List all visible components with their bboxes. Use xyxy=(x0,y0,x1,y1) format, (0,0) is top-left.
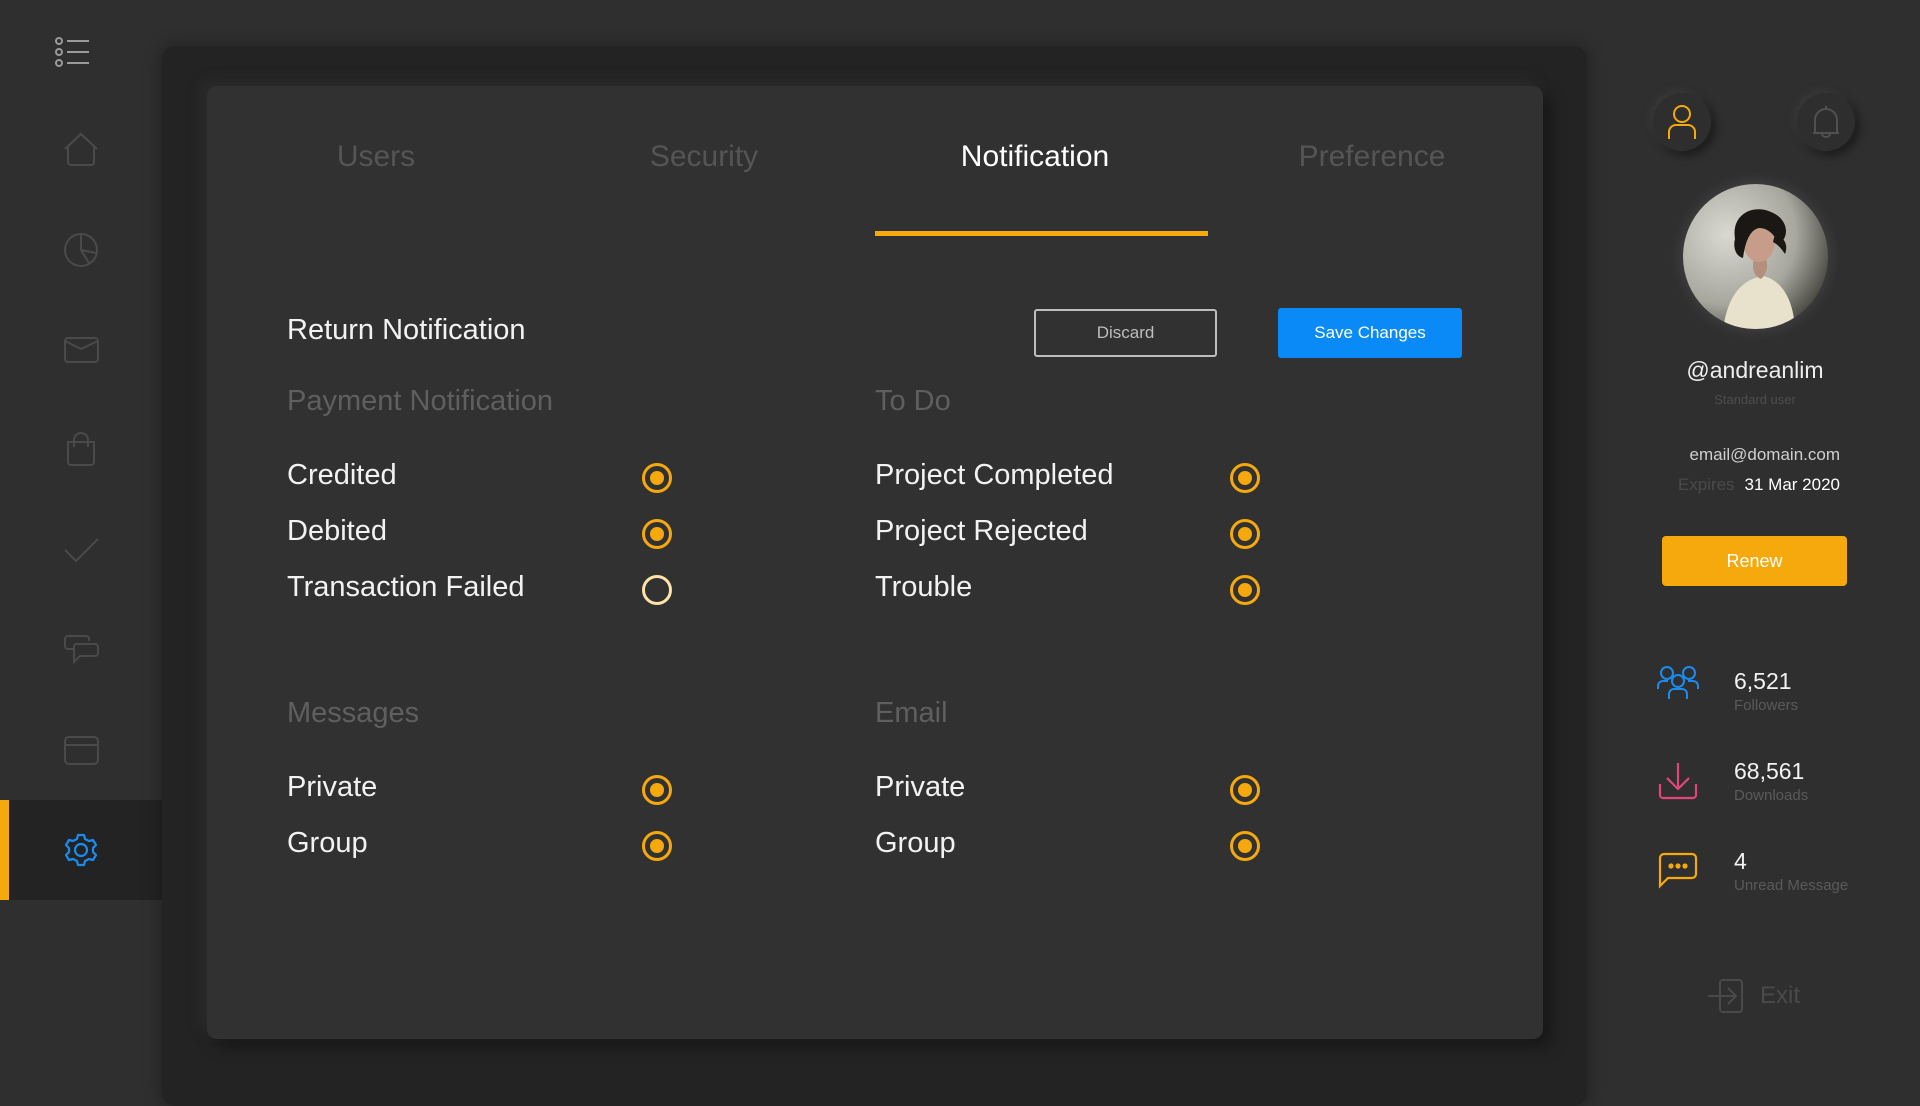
home-icon xyxy=(64,132,98,166)
option-label: Private xyxy=(875,771,966,803)
gear-icon xyxy=(64,833,98,867)
settings-card xyxy=(207,86,1543,1039)
check-icon xyxy=(64,538,99,563)
exit-icon xyxy=(1708,979,1743,1013)
sidebar-item-home[interactable] xyxy=(0,100,162,200)
expiry-info: Expires 31 Mar 2020 xyxy=(1678,475,1840,495)
radio-project-rejected[interactable] xyxy=(1230,519,1260,549)
credit-card-icon xyxy=(64,736,99,765)
followers-label: Followers xyxy=(1734,697,1799,714)
radio-dot xyxy=(650,527,664,541)
sidebar-item-analytics[interactable] xyxy=(0,200,162,300)
option-label: Credited xyxy=(287,459,397,491)
section-title-todo: To Do xyxy=(875,385,951,417)
radio-dot xyxy=(1238,471,1252,485)
option-label: Group xyxy=(875,827,956,859)
bell-icon xyxy=(1813,106,1839,138)
users-group-icon xyxy=(1657,666,1699,699)
mail-icon xyxy=(64,337,99,363)
save-changes-button[interactable]: Save Changes xyxy=(1278,308,1462,358)
option-label: Private xyxy=(287,771,378,803)
message-dots-icon xyxy=(1658,852,1698,889)
tab-preference[interactable]: Preference xyxy=(1299,140,1446,174)
option-label: Trouble xyxy=(875,571,973,603)
radio-project-completed[interactable] xyxy=(1230,463,1260,493)
radio-email-private[interactable] xyxy=(1230,775,1260,805)
discard-button[interactable]: Discard xyxy=(1034,309,1217,357)
tab-users[interactable]: Users xyxy=(337,140,415,174)
sidebar-item-shop[interactable] xyxy=(0,400,162,500)
page-title: Return Notification xyxy=(287,314,526,346)
active-indicator xyxy=(0,800,9,900)
section-title-payment: Payment Notification xyxy=(287,385,553,417)
radio-dot xyxy=(1238,583,1252,597)
radio-transaction-failed[interactable] xyxy=(642,575,672,605)
active-tab-underline xyxy=(875,231,1208,236)
sidebar-item-settings[interactable] xyxy=(0,800,162,900)
exit-label: Exit xyxy=(1760,982,1801,1009)
expires-label: Expires xyxy=(1677,475,1735,494)
tab-notification[interactable]: Notification xyxy=(961,140,1109,174)
profile-button[interactable] xyxy=(1653,93,1711,151)
notifications-button[interactable] xyxy=(1797,93,1855,151)
unread-label: Unread Message xyxy=(1734,877,1849,894)
radio-email-group[interactable] xyxy=(1230,831,1260,861)
exit-button[interactable]: Exit xyxy=(1708,978,1800,1014)
radio-dot xyxy=(1238,783,1252,797)
renew-button[interactable]: Renew xyxy=(1662,536,1847,586)
sidebar-item-tasks[interactable] xyxy=(0,500,162,600)
sidebar-item-chat[interactable] xyxy=(0,600,162,700)
shopping-bag-icon xyxy=(67,432,95,466)
option-label: Group xyxy=(287,827,368,859)
sidebar-item-mail[interactable] xyxy=(0,300,162,400)
unread-count: 4 xyxy=(1734,848,1747,874)
radio-dot xyxy=(1238,527,1252,541)
profile-photo xyxy=(1683,184,1828,329)
user-type: Standard user xyxy=(1714,392,1796,407)
pie-chart-icon xyxy=(64,233,98,267)
sidebar xyxy=(0,0,162,1080)
radio-credited[interactable] xyxy=(642,463,672,493)
downloads-label: Downloads xyxy=(1734,787,1809,804)
avatar xyxy=(1683,184,1828,329)
option-label: Project Completed xyxy=(875,459,1114,491)
radio-dot xyxy=(650,839,664,853)
followers-count: 6,521 xyxy=(1734,668,1792,694)
section-title-messages: Messages xyxy=(287,697,420,729)
radio-messages-group[interactable] xyxy=(642,831,672,861)
chat-bubbles-icon xyxy=(64,635,99,665)
list-menu-icon xyxy=(55,37,89,67)
section-title-email: Email xyxy=(875,697,948,729)
option-label: Transaction Failed xyxy=(287,571,525,603)
option-label: Debited xyxy=(287,515,387,547)
radio-dot xyxy=(650,783,664,797)
tab-security[interactable]: Security xyxy=(650,140,758,174)
option-label: Project Rejected xyxy=(875,515,1088,547)
user-icon xyxy=(1668,105,1696,139)
radio-debited[interactable] xyxy=(642,519,672,549)
menu-button[interactable] xyxy=(53,32,93,72)
expires-date: 31 Mar 2020 xyxy=(1744,475,1840,494)
radio-dot xyxy=(650,471,664,485)
username: @andreanlim xyxy=(1686,357,1824,383)
download-icon xyxy=(1658,763,1698,800)
downloads-count: 68,561 xyxy=(1734,758,1805,784)
radio-trouble[interactable] xyxy=(1230,575,1260,605)
radio-messages-private[interactable] xyxy=(642,775,672,805)
user-email: email@domain.com xyxy=(1689,445,1840,464)
radio-dot xyxy=(1238,839,1252,853)
sidebar-item-payments[interactable] xyxy=(0,700,162,800)
